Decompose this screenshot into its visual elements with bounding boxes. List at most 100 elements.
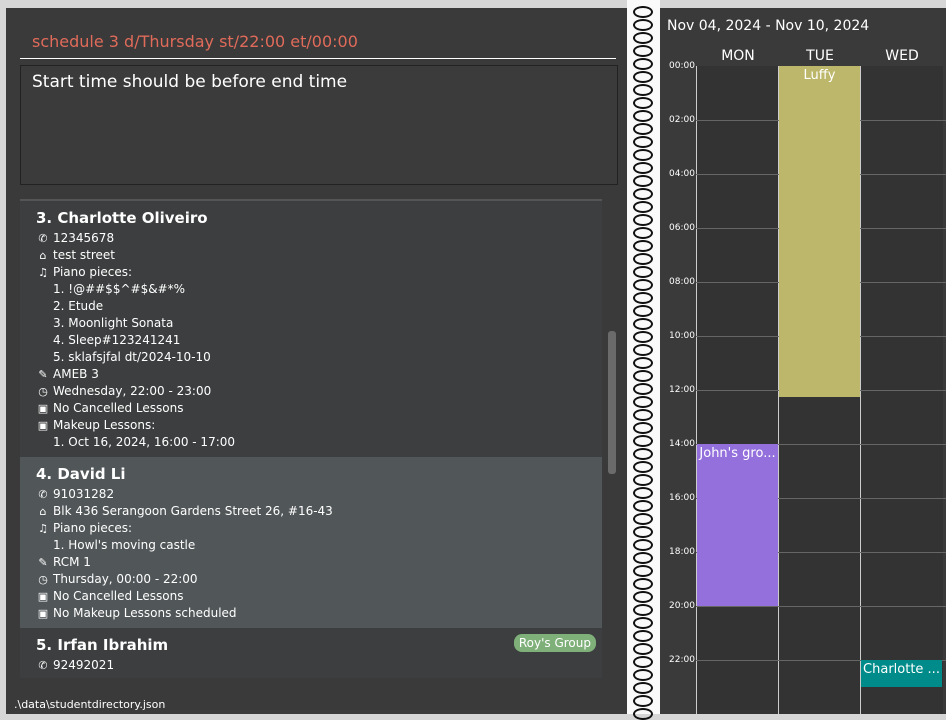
- student-card-selected[interactable]: 4. David Li ✆ 91031282 ⌂ Blk 436 Serangoon…: [20, 457, 602, 628]
- home-icon: ⌂: [39, 505, 47, 518]
- address-text: test street: [53, 248, 115, 262]
- day-header-wed: WED: [885, 48, 919, 64]
- spiral-ring: [633, 162, 653, 174]
- spiral-ring: [633, 370, 653, 382]
- cancelled-text: No Cancelled Lessons: [53, 589, 184, 603]
- phone-text: 12345678: [53, 231, 115, 245]
- time-label: 16:00: [669, 493, 695, 503]
- spiral-ring: [633, 539, 653, 551]
- day-header-tue: TUE: [806, 48, 834, 64]
- student-card[interactable]: 3. Charlotte Oliveiro ✆ 12345678 ⌂ test st…: [20, 199, 602, 457]
- list-scrollbar[interactable]: [608, 331, 616, 474]
- home-icon: ⌂: [39, 249, 47, 262]
- schedule-text: Wednesday, 22:00 - 23:00: [53, 384, 212, 398]
- makeup-label: No Makeup Lessons scheduled: [53, 606, 237, 620]
- spiral-ring: [633, 318, 653, 330]
- student-name: 4. David Li: [36, 465, 126, 483]
- phone-text: 92492021: [53, 658, 115, 672]
- spiral-ring: [633, 188, 653, 200]
- piece-item: 2. Etude: [53, 299, 104, 313]
- time-label: 18:00: [669, 547, 695, 557]
- spiral-ring: [633, 448, 653, 460]
- phone-icon: ✆: [38, 659, 48, 672]
- spiral-ring: [633, 175, 653, 187]
- grade-row: ✎ RCM 1: [36, 555, 91, 569]
- calendar-date-range: Nov 04, 2024 - Nov 10, 2024: [667, 18, 870, 34]
- spiral-ring: [633, 45, 653, 57]
- spiral-ring: [633, 682, 653, 694]
- spiral-ring: [633, 669, 653, 681]
- notebook-spiral-divider: [627, 0, 660, 720]
- piece-item: 1. !@##$$^#$&#*%: [53, 282, 186, 296]
- time-label: 12:00: [669, 385, 695, 395]
- time-label: 08:00: [669, 277, 695, 287]
- calendar-panel: Nov 04, 2024 - Nov 10, 2024 MON TUE WED …: [660, 8, 946, 714]
- spiral-ring: [633, 396, 653, 408]
- spiral-ring: [633, 58, 653, 70]
- time-label: 06:00: [669, 223, 695, 233]
- spiral-ring: [633, 97, 653, 109]
- schedule-row: ◷ Thursday, 00:00 - 22:00: [36, 572, 197, 586]
- spiral-ring: [633, 656, 653, 668]
- time-label: 14:00: [669, 439, 695, 449]
- time-label: 02:00: [669, 115, 695, 125]
- cancelled-text: No Cancelled Lessons: [53, 401, 184, 415]
- lesson-icon: ▣: [37, 419, 49, 432]
- student-card[interactable]: 5. Irfan Ibrahim Roy's Group ✆ 92492021: [20, 628, 602, 678]
- result-text: Start time should be before end time: [32, 72, 348, 92]
- phone-row: ✆ 91031282: [36, 487, 114, 501]
- spiral-ring: [633, 487, 653, 499]
- address-row: ⌂ Blk 436 Serangoon Gardens Street 26, #1…: [36, 504, 333, 518]
- spiral-ring: [633, 578, 653, 590]
- spiral-ring: [633, 552, 653, 564]
- grade-text: AMEB 3: [53, 367, 99, 381]
- spiral-ring: [633, 279, 653, 291]
- grad-cap-icon: ✎: [38, 556, 48, 569]
- left-panel: schedule 3 d/Thursday st/22:00 et/00:00 …: [6, 8, 627, 714]
- cancelled-row: ▣ No Cancelled Lessons: [36, 401, 184, 415]
- spiral-ring: [633, 500, 653, 512]
- phone-row: ✆ 92492021: [36, 658, 114, 672]
- pieces-label: Piano pieces:: [53, 521, 133, 535]
- spiral-ring: [633, 591, 653, 603]
- spiral-ring: [633, 19, 653, 31]
- clock-icon: ◷: [38, 573, 48, 586]
- grade-text: RCM 1: [53, 555, 91, 569]
- spiral-ring: [633, 253, 653, 265]
- calendar-event[interactable]: Luffy: [779, 66, 860, 397]
- student-list[interactable]: 3. Charlotte Oliveiro ✆ 12345678 ⌂ test st…: [20, 199, 602, 678]
- time-label: 10:00: [669, 331, 695, 341]
- command-input[interactable]: schedule 3 d/Thursday st/22:00 et/00:00: [32, 32, 358, 51]
- command-box[interactable]: schedule 3 d/Thursday st/22:00 et/00:00: [20, 16, 616, 59]
- spiral-ring: [633, 123, 653, 135]
- spiral-ring: [633, 84, 653, 96]
- spiral-ring: [633, 331, 653, 343]
- spiral-ring: [633, 565, 653, 577]
- spiral-ring: [633, 201, 653, 213]
- phone-icon: ✆: [38, 488, 48, 501]
- spiral-ring: [633, 344, 653, 356]
- makeup-label: Makeup Lessons:: [53, 418, 156, 432]
- grad-cap-icon: ✎: [38, 368, 48, 381]
- spiral-ring: [633, 32, 653, 44]
- spiral-ring: [633, 643, 653, 655]
- spiral-ring: [633, 6, 653, 18]
- spiral-ring: [633, 708, 653, 720]
- piece-item: 1. Howl's moving castle: [53, 538, 196, 552]
- spiral-ring: [633, 149, 653, 161]
- student-list-panel: 3. Charlotte Oliveiro ✆ 12345678 ⌂ test st…: [10, 191, 622, 678]
- piece-item: 5. sklafsjfal dt/2024-10-10: [53, 350, 211, 364]
- lesson-icon: ▣: [37, 607, 49, 620]
- calendar-grid[interactable]: Luffy John's gro... Charlotte ...: [696, 66, 946, 714]
- calendar-event[interactable]: John's gro...: [697, 444, 778, 606]
- spiral-ring: [633, 357, 653, 369]
- address-text: Blk 436 Serangoon Gardens Street 26, #16…: [53, 504, 333, 518]
- spiral-ring: [633, 409, 653, 421]
- group-tag: Roy's Group: [513, 634, 596, 652]
- lesson-icon: ▣: [37, 590, 49, 603]
- calendar-event[interactable]: Charlotte ...: [861, 660, 942, 687]
- piece-item: 4. Sleep#123241241: [53, 333, 181, 347]
- address-row: ⌂ test street: [36, 248, 115, 262]
- makeup-row: ▣ No Makeup Lessons scheduled: [36, 606, 237, 620]
- spiral-ring: [633, 383, 653, 395]
